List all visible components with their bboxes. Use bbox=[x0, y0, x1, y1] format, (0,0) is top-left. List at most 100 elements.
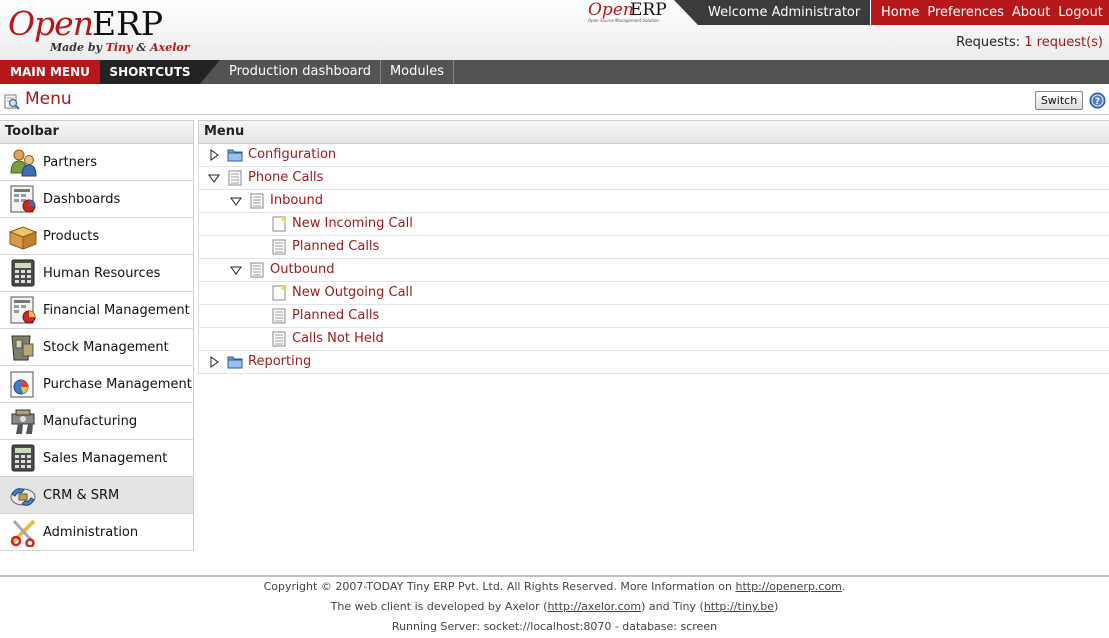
menu-tree-row[interactable]: Calls Not Held bbox=[198, 328, 1109, 351]
partners-icon bbox=[10, 149, 37, 177]
list-icon bbox=[250, 262, 264, 278]
folder-icon bbox=[227, 356, 243, 369]
requests-label: Requests: bbox=[956, 35, 1021, 50]
collapse-arrow-icon[interactable] bbox=[208, 172, 220, 184]
menu-tree-row[interactable]: Planned Calls bbox=[198, 305, 1109, 328]
human-resources-icon bbox=[11, 259, 35, 287]
menu-tree-label[interactable]: Reporting bbox=[248, 354, 311, 369]
stock-management-icon bbox=[11, 335, 34, 361]
menu-tree-row[interactable]: Planned Calls bbox=[198, 236, 1109, 259]
sales-management-icon bbox=[11, 444, 35, 472]
menu-tree-label[interactable]: Calls Not Held bbox=[292, 331, 384, 346]
top-links: Home Preferences About Logout bbox=[871, 0, 1109, 25]
toolbar-item-label: Dashboards bbox=[43, 191, 121, 207]
requests-status: Requests: 1 request(s) bbox=[956, 35, 1103, 50]
menu-tree-label[interactable]: New Outgoing Call bbox=[292, 285, 413, 300]
toolbar-item-administration[interactable]: Administration bbox=[0, 514, 194, 551]
preferences-link[interactable]: Preferences bbox=[927, 5, 1003, 20]
menu-tree-row[interactable]: New Outgoing Call bbox=[198, 282, 1109, 305]
toolbar-item-manufacturing[interactable]: Manufacturing bbox=[0, 403, 194, 440]
small-logo-erp-text: ERP bbox=[630, 0, 667, 20]
menu-tree-row[interactable]: New Incoming Call bbox=[198, 213, 1109, 236]
toolbar-item-sales-management[interactable]: Sales Management bbox=[0, 440, 194, 477]
expand-arrow-icon[interactable] bbox=[208, 149, 220, 161]
svg-text:?: ? bbox=[1095, 97, 1100, 107]
dashboards-icon bbox=[10, 185, 36, 213]
main-menu-button[interactable]: MAIN MENU bbox=[0, 60, 100, 84]
help-icon[interactable]: ? bbox=[1089, 92, 1106, 109]
collapse-arrow-icon[interactable] bbox=[230, 264, 242, 276]
logout-link[interactable]: Logout bbox=[1058, 5, 1103, 20]
menu-tree-heading: Menu bbox=[198, 120, 1109, 144]
menu-tree-row[interactable]: Inbound bbox=[198, 190, 1109, 213]
small-logo-open-text: Open bbox=[588, 0, 634, 20]
shortcut-modules[interactable]: Modules bbox=[381, 60, 454, 84]
list-icon bbox=[272, 308, 286, 324]
logo-open-text: Open bbox=[8, 4, 94, 43]
openerp-link[interactable]: http://openerp.com bbox=[735, 580, 841, 593]
logo-erp-text: ERP bbox=[92, 4, 164, 43]
form-icon bbox=[272, 285, 286, 301]
small-logo-subtitle: Open Source Management Solution bbox=[588, 18, 659, 23]
toolbar-item-label: Administration bbox=[43, 524, 139, 540]
menu-tree-label[interactable]: Configuration bbox=[248, 147, 336, 162]
tiny-link[interactable]: http://tiny.be bbox=[704, 600, 774, 613]
home-link[interactable]: Home bbox=[881, 5, 919, 20]
header-wedge bbox=[674, 0, 698, 25]
toolbar-item-label: CRM & SRM bbox=[43, 487, 120, 503]
header: Open ERP Made by Tiny & Axelor Open ERP … bbox=[0, 0, 1109, 60]
products-icon bbox=[8, 226, 38, 250]
toolbar-item-purchase-management[interactable]: Purchase Management bbox=[0, 366, 194, 403]
collapse-arrow-icon[interactable] bbox=[230, 195, 242, 207]
openerp-logo[interactable]: Open ERP Made by Tiny & Axelor bbox=[8, 4, 198, 56]
menu-tree-panel: Menu Configuration Phone Calls Inbound New … bbox=[198, 120, 1109, 374]
menu-tree-label[interactable]: Inbound bbox=[270, 193, 323, 208]
menu-tree-row[interactable]: Reporting bbox=[198, 351, 1109, 374]
requests-link[interactable]: 1 request(s) bbox=[1024, 35, 1103, 50]
menu-tree-label[interactable]: Phone Calls bbox=[248, 170, 323, 185]
expand-arrow-icon[interactable] bbox=[208, 356, 220, 368]
list-icon bbox=[272, 239, 286, 255]
menu-tree-label[interactable]: Planned Calls bbox=[292, 239, 379, 254]
menu-tree-row[interactable]: Phone Calls bbox=[198, 167, 1109, 190]
page-title: Menu bbox=[25, 89, 72, 109]
list-icon bbox=[250, 193, 264, 209]
menu-tree: Configuration Phone Calls Inbound New Incom… bbox=[198, 144, 1109, 374]
administration-icon bbox=[10, 519, 36, 547]
form-icon bbox=[272, 216, 286, 232]
toolbar-panel: Toolbar Partners Dashboards Products Hum… bbox=[0, 120, 194, 551]
logo-tagline: Made by Tiny & Axelor bbox=[50, 41, 190, 54]
shortcut-production-dashboard[interactable]: Production dashboard bbox=[220, 60, 381, 84]
menu-tree-row[interactable]: Configuration bbox=[198, 144, 1109, 167]
toolbar-item-label: Purchase Management bbox=[43, 376, 192, 392]
page-title-bar: Menu Switch ? bbox=[0, 88, 1109, 115]
toolbar-heading: Toolbar bbox=[0, 120, 194, 144]
toolbar-item-human-resources[interactable]: Human Resources bbox=[0, 255, 194, 292]
toolbar-item-partners[interactable]: Partners bbox=[0, 144, 194, 181]
axelor-link[interactable]: http://axelor.com bbox=[547, 600, 641, 613]
toolbar-item-stock-management[interactable]: Stock Management bbox=[0, 329, 194, 366]
list-icon bbox=[228, 170, 242, 186]
toolbar-item-financial-management[interactable]: Financial Management bbox=[0, 292, 194, 329]
shortcuts-button[interactable]: SHORTCUTS bbox=[100, 60, 200, 84]
shortcuts-wedge bbox=[200, 60, 220, 84]
footer: Copyright © 2007-TODAY Tiny ERP Pvt. Ltd… bbox=[0, 575, 1109, 638]
footer-developers: The web client is developed by Axelor (h… bbox=[330, 600, 779, 613]
toolbar-item-crm-srm[interactable]: CRM & SRM bbox=[0, 477, 194, 514]
menu-tree-row[interactable]: Outbound bbox=[198, 259, 1109, 282]
toolbar-item-dashboards[interactable]: Dashboards bbox=[0, 181, 194, 218]
menu-search-icon bbox=[4, 94, 20, 110]
switch-view-button[interactable]: Switch bbox=[1035, 91, 1083, 110]
toolbar-item-label: Products bbox=[43, 228, 100, 244]
toolbar-item-label: Financial Management bbox=[43, 302, 190, 318]
navigation-bar: MAIN MENU SHORTCUTS Production dashboard… bbox=[0, 60, 1109, 84]
toolbar-item-products[interactable]: Products bbox=[0, 218, 194, 255]
welcome-text: Welcome Administrator bbox=[698, 0, 870, 25]
financial-management-icon bbox=[10, 296, 36, 324]
menu-tree-label[interactable]: Outbound bbox=[270, 262, 335, 277]
toolbar-item-label: Stock Management bbox=[43, 339, 169, 355]
menu-tree-label[interactable]: New Incoming Call bbox=[292, 216, 413, 231]
menu-tree-label[interactable]: Planned Calls bbox=[292, 308, 379, 323]
manufacturing-icon bbox=[11, 409, 35, 434]
about-link[interactable]: About bbox=[1012, 5, 1050, 20]
